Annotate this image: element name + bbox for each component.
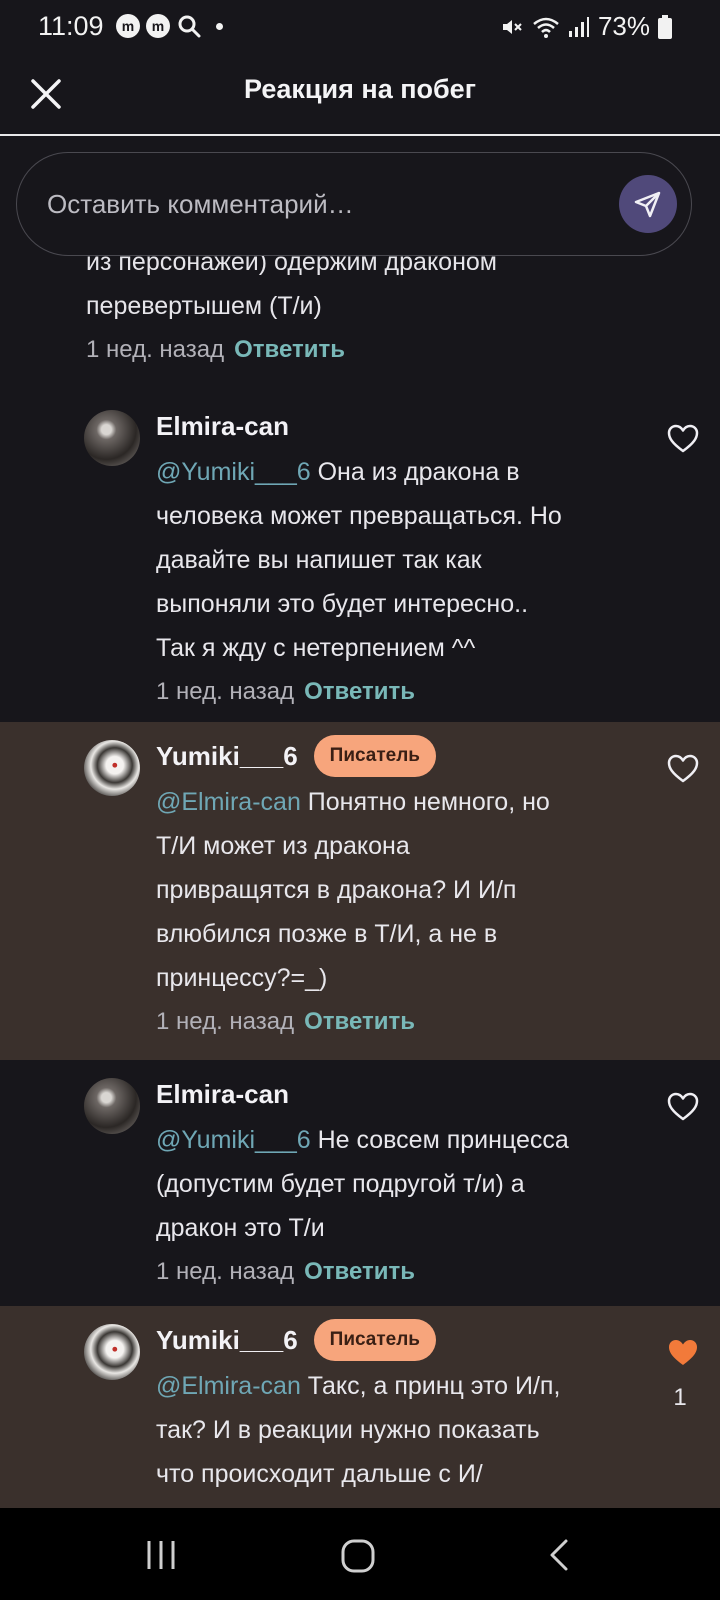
send-button[interactable] xyxy=(619,175,677,233)
reply-button[interactable]: Ответить xyxy=(304,1258,415,1285)
reply-button[interactable]: Ответить xyxy=(304,1008,415,1035)
comment-text: @Elmira-can Такс, а принц это И/п, так? И… xyxy=(156,1372,561,1488)
recents-icon[interactable] xyxy=(144,1538,178,1572)
navigation-bar xyxy=(0,1508,720,1600)
app-notification-icon: m xyxy=(116,14,140,38)
mute-icon xyxy=(502,19,522,34)
comment: Yumiki___6 Писатель @Elmira-can Такс, а п… xyxy=(0,1306,720,1508)
comment-time: 1 нед. назад xyxy=(156,1258,295,1285)
signal-icon xyxy=(568,16,589,37)
search-icon xyxy=(178,15,201,38)
status-time: 11:09 xyxy=(38,11,104,41)
app-notification-icon: m xyxy=(146,14,170,38)
heart-filled-icon[interactable] xyxy=(666,1336,700,1370)
comment-author[interactable]: Yumiki___6 xyxy=(156,1325,298,1356)
comments-feed[interactable]: из персонажей) одержим драконом переверт… xyxy=(0,256,720,1508)
comment-time: 1 нед. назад xyxy=(156,678,295,705)
comment: Yumiki___6 Писатель @Elmira-can Понятно н… xyxy=(0,722,720,1060)
reply-button[interactable]: Ответить xyxy=(234,336,345,363)
comment-author[interactable]: Yumiki___6 xyxy=(156,741,298,772)
status-system: 73% xyxy=(500,11,672,42)
comment-text-line: из персонажей) одержим драконом xyxy=(86,256,497,276)
reply-button[interactable]: Ответить xyxy=(304,678,415,705)
battery-icon xyxy=(658,14,672,39)
mention-link[interactable]: @Yumiki___6 xyxy=(156,458,311,486)
comment-time: 1 нед. назад xyxy=(156,1008,295,1035)
status-notifications: m m xyxy=(116,13,223,39)
avatar[interactable] xyxy=(84,1324,140,1380)
avatar[interactable] xyxy=(84,1078,140,1134)
writer-badge: Писатель xyxy=(313,735,436,777)
comment-meta: 1 нед. назад Ответить xyxy=(86,328,646,372)
home-icon[interactable] xyxy=(340,1538,376,1574)
comment-text: @Elmira-can Понятно немного, но Т/И может… xyxy=(156,788,550,992)
heart-icon[interactable] xyxy=(666,752,700,786)
status-bar: 11:09 m m 73% xyxy=(0,0,720,52)
send-icon xyxy=(634,191,661,218)
avatar[interactable] xyxy=(84,410,140,466)
mention-link[interactable]: @Yumiki___6 xyxy=(156,1126,311,1154)
comment-time: 1 нед. назад xyxy=(86,336,225,363)
comment-input[interactable] xyxy=(45,153,589,255)
comment-text: @Yumiki___6 Не совсем принцесса (допустим… xyxy=(156,1126,569,1242)
battery-percent: 73% xyxy=(597,11,650,41)
mention-link[interactable]: @Elmira-can xyxy=(156,788,301,816)
heart-icon[interactable] xyxy=(666,422,700,456)
comment-author[interactable]: Elmira-can xyxy=(156,1079,289,1110)
header: Реакция на побег xyxy=(0,52,720,136)
comment-meta: 1 нед. назад Ответить xyxy=(156,1000,626,1044)
writer-badge: Писатель xyxy=(313,1319,436,1361)
like-count: 1 xyxy=(673,1384,687,1411)
avatar[interactable] xyxy=(84,740,140,796)
dot-icon xyxy=(216,22,223,30)
comment-text: @Yumiki___6 Она из дракона в человека мож… xyxy=(156,458,562,662)
comment-author[interactable]: Elmira-can xyxy=(156,411,289,442)
comment-meta: 1 нед. назад Ответить xyxy=(156,670,626,714)
comment: Elmira-can @Yumiki___6 Она из дракона вч… xyxy=(0,392,720,722)
comment-text-line: перевертышем (Т/и) xyxy=(86,292,322,320)
comment-meta: 1 нед. назад Ответить xyxy=(156,1250,626,1294)
comment-fragment: из персонажей) одержим драконом переверт… xyxy=(86,256,646,372)
comment-bar xyxy=(16,152,692,256)
heart-icon[interactable] xyxy=(666,1090,700,1124)
page-title: Реакция на побег xyxy=(244,74,476,104)
wifi-icon xyxy=(533,17,559,38)
mention-link[interactable]: @Elmira-can xyxy=(156,1372,301,1400)
comment: Elmira-can @Yumiki___6 Не совсем принцес… xyxy=(0,1060,720,1306)
back-icon[interactable] xyxy=(546,1538,572,1572)
